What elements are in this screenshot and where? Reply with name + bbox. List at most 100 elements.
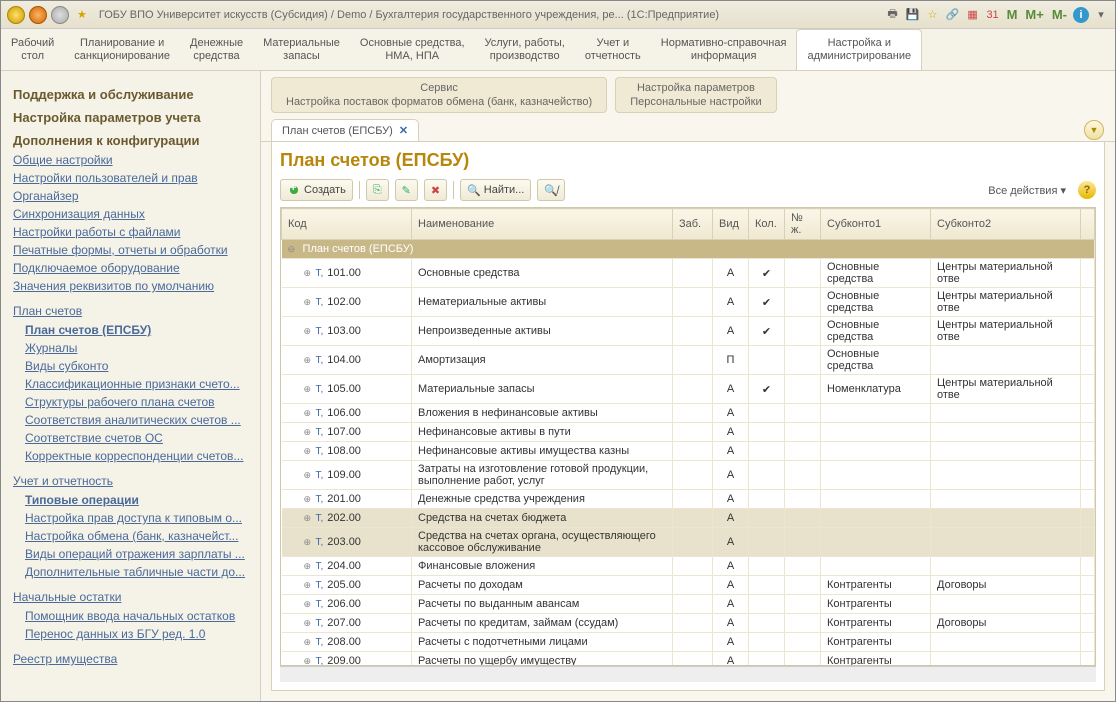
calendar-icon[interactable]: 31 xyxy=(985,7,1001,23)
edit-button[interactable]: ✎ xyxy=(395,179,418,201)
copy-button[interactable]: ⎘ xyxy=(366,179,389,201)
side-link[interactable]: Типовые операции xyxy=(25,492,248,508)
app-icon xyxy=(7,6,25,24)
collapse-btn[interactable]: ▼ xyxy=(1084,120,1104,140)
page-title: План счетов (ЕПСБУ) xyxy=(280,150,1096,171)
table-row[interactable]: ⊕Т,101.00Основные средстваА✔Основные сре… xyxy=(282,259,1095,288)
menu-item-0[interactable]: Рабочийстол xyxy=(1,29,64,70)
side-link[interactable]: Помощник ввода начальных остатков xyxy=(25,608,248,624)
m-plus-btn[interactable]: М+ xyxy=(1025,7,1043,22)
side-link[interactable]: Виды субконто xyxy=(25,358,248,374)
table-row[interactable]: ⊕Т,207.00Расчеты по кредитам, займам (сс… xyxy=(282,614,1095,633)
link-icon[interactable]: 🔗 xyxy=(945,7,961,23)
nav-back-icon[interactable] xyxy=(29,6,47,24)
menu-item-3[interactable]: Материальныезапасы xyxy=(253,29,350,70)
table-row[interactable]: ⊕Т,106.00Вложения в нефинансовые активыА xyxy=(282,404,1095,423)
col-header[interactable]: Субконто2 xyxy=(931,209,1081,240)
table-row[interactable]: ⊕Т,209.00Расчеты по ущербу имуществуАКон… xyxy=(282,652,1095,667)
side-link[interactable]: Дополнительные табличные части до... xyxy=(25,564,248,580)
side-sec-plan[interactable]: План счетов xyxy=(13,304,248,318)
dropdown-icon[interactable]: ▾ xyxy=(1093,7,1109,23)
col-header[interactable]: № ж. xyxy=(785,209,821,240)
table-row[interactable]: ⊕Т,102.00Нематериальные активыА✔Основные… xyxy=(282,288,1095,317)
col-header[interactable]: Кол. xyxy=(749,209,785,240)
side-link[interactable]: Структуры рабочего плана счетов xyxy=(25,394,248,410)
side-sec-uchet[interactable]: Учет и отчетность xyxy=(13,474,248,488)
table-row[interactable]: ⊕Т,103.00Непроизведенные активыА✔Основны… xyxy=(282,317,1095,346)
side-link[interactable]: Соответствия аналитических счетов ... xyxy=(25,412,248,428)
menu-item-1[interactable]: Планирование исанкционирование xyxy=(64,29,180,70)
side-link[interactable]: Корректные корреспонденции счетов... xyxy=(25,448,248,464)
m-minus-btn[interactable]: М- xyxy=(1052,7,1067,22)
accounts-grid[interactable]: КодНаименованиеЗаб.ВидКол.№ ж.Субконто1С… xyxy=(280,207,1096,666)
menu-item-2[interactable]: Денежныесредства xyxy=(180,29,253,70)
col-header[interactable]: Вид xyxy=(713,209,749,240)
table-row[interactable]: ⊕Т,206.00Расчеты по выданным авансамАКон… xyxy=(282,595,1095,614)
side-link[interactable]: Соответствие счетов ОС xyxy=(25,430,248,446)
save-icon[interactable]: 💾 xyxy=(905,7,921,23)
all-actions[interactable]: Все действия ▾ xyxy=(988,184,1066,197)
side-link[interactable]: Журналы xyxy=(25,340,248,356)
table-row[interactable]: ⊕Т,109.00Затраты на изготовление готовой… xyxy=(282,461,1095,490)
side-link[interactable]: Перенос данных из БГУ ред. 1.0 xyxy=(25,626,248,642)
star-icon[interactable]: ☆ xyxy=(925,7,941,23)
side-link[interactable]: Настройка обмена (банк, казначейст... xyxy=(25,528,248,544)
table-row[interactable]: ⊕Т,205.00Расчеты по доходамАКонтрагентыД… xyxy=(282,576,1095,595)
delete-icon: ✖ xyxy=(431,184,440,197)
menu-item-6[interactable]: Учет иотчетность xyxy=(575,29,651,70)
close-icon[interactable]: ✕ xyxy=(399,124,408,137)
side-link[interactable]: Синхронизация данных xyxy=(13,206,248,222)
side-link[interactable]: Общие настройки xyxy=(13,152,248,168)
help-icon[interactable]: ? xyxy=(1078,181,1096,199)
col-header[interactable]: Заб. xyxy=(673,209,713,240)
menu-item-8[interactable]: Настройка иадминистрирование xyxy=(796,29,922,70)
nav-fwd-icon[interactable] xyxy=(51,6,69,24)
side-sec-reestr[interactable]: Реестр имущества xyxy=(13,652,248,666)
delete-button[interactable]: ✖ xyxy=(424,179,447,201)
service-box-1[interactable]: Сервис Настройка поставок форматов обмен… xyxy=(271,77,607,113)
table-row[interactable]: ⊕Т,204.00Финансовые вложенияА xyxy=(282,557,1095,576)
info-icon[interactable]: i xyxy=(1073,7,1089,23)
side-link[interactable]: Настройка прав доступа к типовым о... xyxy=(25,510,248,526)
side-params[interactable]: Настройка параметров учета xyxy=(13,110,248,125)
table-row-root[interactable]: ⊖ План счетов (ЕПСБУ) xyxy=(282,240,1095,259)
side-link[interactable]: Настройки пользователей и прав xyxy=(13,170,248,186)
tab-plan[interactable]: План счетов (ЕПСБУ) ✕ xyxy=(271,119,419,141)
table-row[interactable]: ⊕Т,201.00Денежные средства учрежденияА xyxy=(282,490,1095,509)
h-scrollbar[interactable] xyxy=(280,666,1096,682)
table-row[interactable]: ⊕Т,104.00АмортизацияПОсновные средства xyxy=(282,346,1095,375)
side-link[interactable]: Органайзер xyxy=(13,188,248,204)
table-row[interactable]: ⊕Т,105.00Материальные запасыА✔Номенклату… xyxy=(282,375,1095,404)
col-header[interactable]: Наименование xyxy=(412,209,673,240)
create-button[interactable]: Создать xyxy=(280,179,353,201)
side-support[interactable]: Поддержка и обслуживание xyxy=(13,87,248,102)
service-box-2[interactable]: Настройка параметров Персональные настро… xyxy=(615,77,776,113)
tab-label: План счетов (ЕПСБУ) xyxy=(282,125,393,137)
side-link[interactable]: Классификационные признаки счето... xyxy=(25,376,248,392)
side-link[interactable]: Значения реквизитов по умолчанию xyxy=(13,278,248,294)
table-row[interactable]: ⊕Т,203.00Средства на счетах органа, осущ… xyxy=(282,528,1095,557)
menu-item-5[interactable]: Услуги, работы,производство xyxy=(475,29,575,70)
find-button[interactable]: 🔍Найти... xyxy=(460,179,531,201)
side-link[interactable]: Печатные формы, отчеты и обработки xyxy=(13,242,248,258)
side-link[interactable]: Подключаемое оборудование xyxy=(13,260,248,276)
side-link[interactable]: Виды операций отражения зарплаты ... xyxy=(25,546,248,562)
side-addons[interactable]: Дополнения к конфигурации xyxy=(13,133,248,148)
side-sec-nach[interactable]: Начальные остатки xyxy=(13,590,248,604)
print-icon[interactable]: 🖶 xyxy=(885,7,901,23)
m-btn[interactable]: М xyxy=(1007,7,1018,22)
table-row[interactable]: ⊕Т,202.00Средства на счетах бюджетаА xyxy=(282,509,1095,528)
col-header[interactable]: Субконто1 xyxy=(821,209,931,240)
col-header[interactable]: Код xyxy=(282,209,412,240)
clear-find-button[interactable]: 🔍̸ xyxy=(537,179,565,201)
favorite-star-icon[interactable]: ★ xyxy=(77,8,87,21)
table-row[interactable]: ⊕Т,208.00Расчеты с подотчетными лицамиАК… xyxy=(282,633,1095,652)
table-row[interactable]: ⊕Т,108.00Нефинансовые активы имущества к… xyxy=(282,442,1095,461)
side-link[interactable]: План счетов (ЕПСБУ) xyxy=(25,322,248,338)
calc-icon[interactable]: ▦ xyxy=(965,7,981,23)
table-row[interactable]: ⊕Т,107.00Нефинансовые активы в путиА xyxy=(282,423,1095,442)
titlebar: ★ ГОБУ ВПО Университет искусств (Субсиди… xyxy=(1,1,1115,29)
menu-item-7[interactable]: Нормативно-справочнаяинформация xyxy=(651,29,797,70)
side-link[interactable]: Настройки работы с файлами xyxy=(13,224,248,240)
menu-item-4[interactable]: Основные средства,НМА, НПА xyxy=(350,29,475,70)
